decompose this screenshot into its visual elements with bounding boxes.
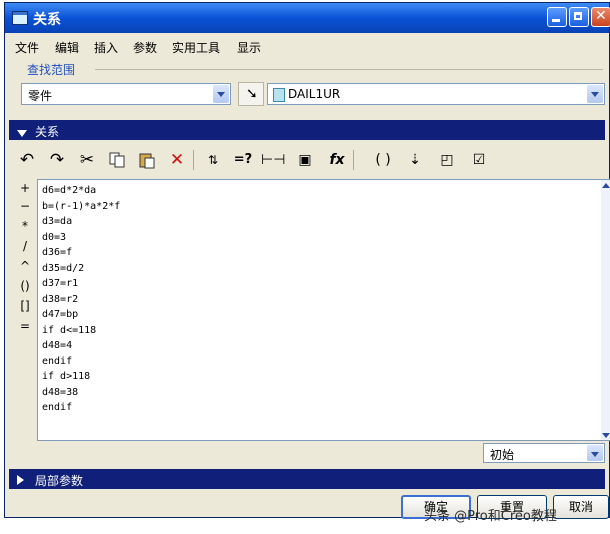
scroll-down-icon[interactable] [602, 430, 610, 440]
lookin-type-select[interactable]: 零件 [21, 83, 231, 105]
relation-line: d47=bp [42, 309, 79, 320]
relation-line: endif [42, 355, 73, 367]
toolbar-separator [193, 150, 194, 170]
menu-bar: 文件 编辑 插入 参数 实用工具 显示 [5, 33, 609, 57]
scope-value: 初始 [490, 448, 515, 462]
collapse-triangle-icon [17, 126, 27, 140]
local-params-section-header[interactable]: 局部参数 [9, 469, 605, 489]
window-title: 关系 [33, 12, 61, 28]
relation-line: if d>118 [42, 371, 91, 382]
paste-icon[interactable] [135, 148, 159, 172]
op-brackets[interactable]: [] [17, 299, 33, 313]
lookin-group-label: 查找范围 [27, 63, 76, 77]
scroll-up-icon[interactable] [602, 180, 610, 190]
menu-file[interactable]: 文件 [15, 39, 39, 56]
menu-utilities[interactable]: 实用工具 [172, 39, 220, 56]
op-plus[interactable]: + [17, 181, 33, 195]
copy-icon[interactable] [105, 148, 129, 172]
relations-dialog: 关系 文件 编辑 插入 参数 实用工具 显示 查找范围 零件 ➘ DAIL1UR… [4, 2, 610, 519]
cut-icon[interactable]: ✂ [75, 148, 99, 172]
part-icon [273, 88, 285, 102]
menu-display[interactable]: 显示 [237, 39, 261, 56]
menu-edit[interactable]: 编辑 [55, 39, 79, 56]
delete-icon[interactable]: ✕ [165, 148, 189, 172]
relation-line: d48=38 [42, 386, 79, 398]
chevron-down-icon[interactable] [587, 85, 603, 103]
relation-line: d0=3 [42, 231, 67, 243]
close-button[interactable] [591, 7, 610, 27]
relation-line: d48=4 [42, 340, 73, 351]
display-dimension-icon[interactable]: ⊢⊣ [261, 148, 285, 172]
menu-parameters[interactable]: 参数 [133, 39, 157, 56]
insert-parameter-icon[interactable]: ▣ [293, 148, 317, 172]
relations-toolbar: ↶ ↷ ✂ ✕ ⇅ =? ⊢⊣ ▣ fx ( ) ⇣ ◰ ☑ [11, 146, 605, 174]
relations-section-label: 关系 [35, 125, 60, 139]
minimize-button[interactable] [547, 7, 567, 27]
relation-line: d36=f [42, 247, 73, 258]
toolbar-separator [353, 150, 354, 170]
relation-line: d6=d*2*da [42, 185, 97, 196]
group-divider [95, 69, 603, 70]
maximize-button[interactable] [569, 7, 589, 27]
menu-insert[interactable]: 插入 [94, 39, 118, 56]
op-minus[interactable]: − [17, 199, 33, 213]
watermark-text: 头条 @Pro和Creo教程 [424, 509, 557, 524]
op-power[interactable]: ^ [17, 259, 33, 273]
model-select[interactable]: DAIL1UR [267, 83, 605, 105]
title-bar[interactable]: 关系 [5, 3, 610, 33]
editor-scrollbar[interactable] [601, 180, 610, 440]
chevron-down-icon[interactable] [213, 85, 229, 103]
window-icon [12, 11, 28, 25]
relation-line: b=(r-1)*a*2*f [42, 200, 121, 212]
cancel-button[interactable]: 取消 [553, 495, 609, 519]
op-equals[interactable]: = [17, 319, 33, 333]
chevron-down-icon[interactable] [587, 445, 603, 461]
relation-line: if d<=118 [42, 324, 97, 336]
relation-line: d37=r1 [42, 278, 79, 289]
cursor-arrow-icon: ➘ [246, 86, 258, 102]
relation-lines: d6=d*2*da b=(r-1)*a*2*f d3=da d0=3 d36=f… [42, 183, 120, 416]
op-divide[interactable]: / [17, 239, 33, 253]
evaluate-icon[interactable]: =? [231, 148, 255, 172]
redo-icon[interactable]: ↷ [45, 148, 69, 172]
insert-function-icon[interactable]: fx [325, 148, 349, 172]
sort-icon[interactable]: ⇣ [403, 148, 427, 172]
relations-editor[interactable]: d6=d*2*da b=(r-1)*a*2*f d3=da d0=3 d36=f… [37, 179, 610, 441]
switch-dimensions-icon[interactable]: ⇅ [201, 148, 225, 172]
select-pointer-button[interactable]: ➘ [238, 82, 264, 106]
undo-icon[interactable]: ↶ [15, 148, 39, 172]
op-multiply[interactable]: * [17, 219, 33, 233]
op-parentheses[interactable]: () [17, 279, 33, 293]
model-value: DAIL1UR [288, 87, 341, 101]
relation-line: endif [42, 402, 73, 413]
lookin-type-value: 零件 [28, 89, 53, 103]
parentheses-icon[interactable]: ( ) [371, 148, 395, 172]
relation-line: d3=da [42, 216, 73, 227]
check-icon[interactable]: ☑ [467, 148, 491, 172]
relation-line: d35=d/2 [42, 262, 85, 274]
expand-triangle-icon [17, 474, 24, 488]
scope-select[interactable]: 初始 [483, 443, 605, 463]
local-params-label: 局部参数 [35, 474, 84, 488]
relation-line: d38=r2 [42, 293, 79, 305]
verify-icon[interactable]: ◰ [435, 148, 459, 172]
relations-section-header[interactable]: 关系 [9, 120, 605, 140]
